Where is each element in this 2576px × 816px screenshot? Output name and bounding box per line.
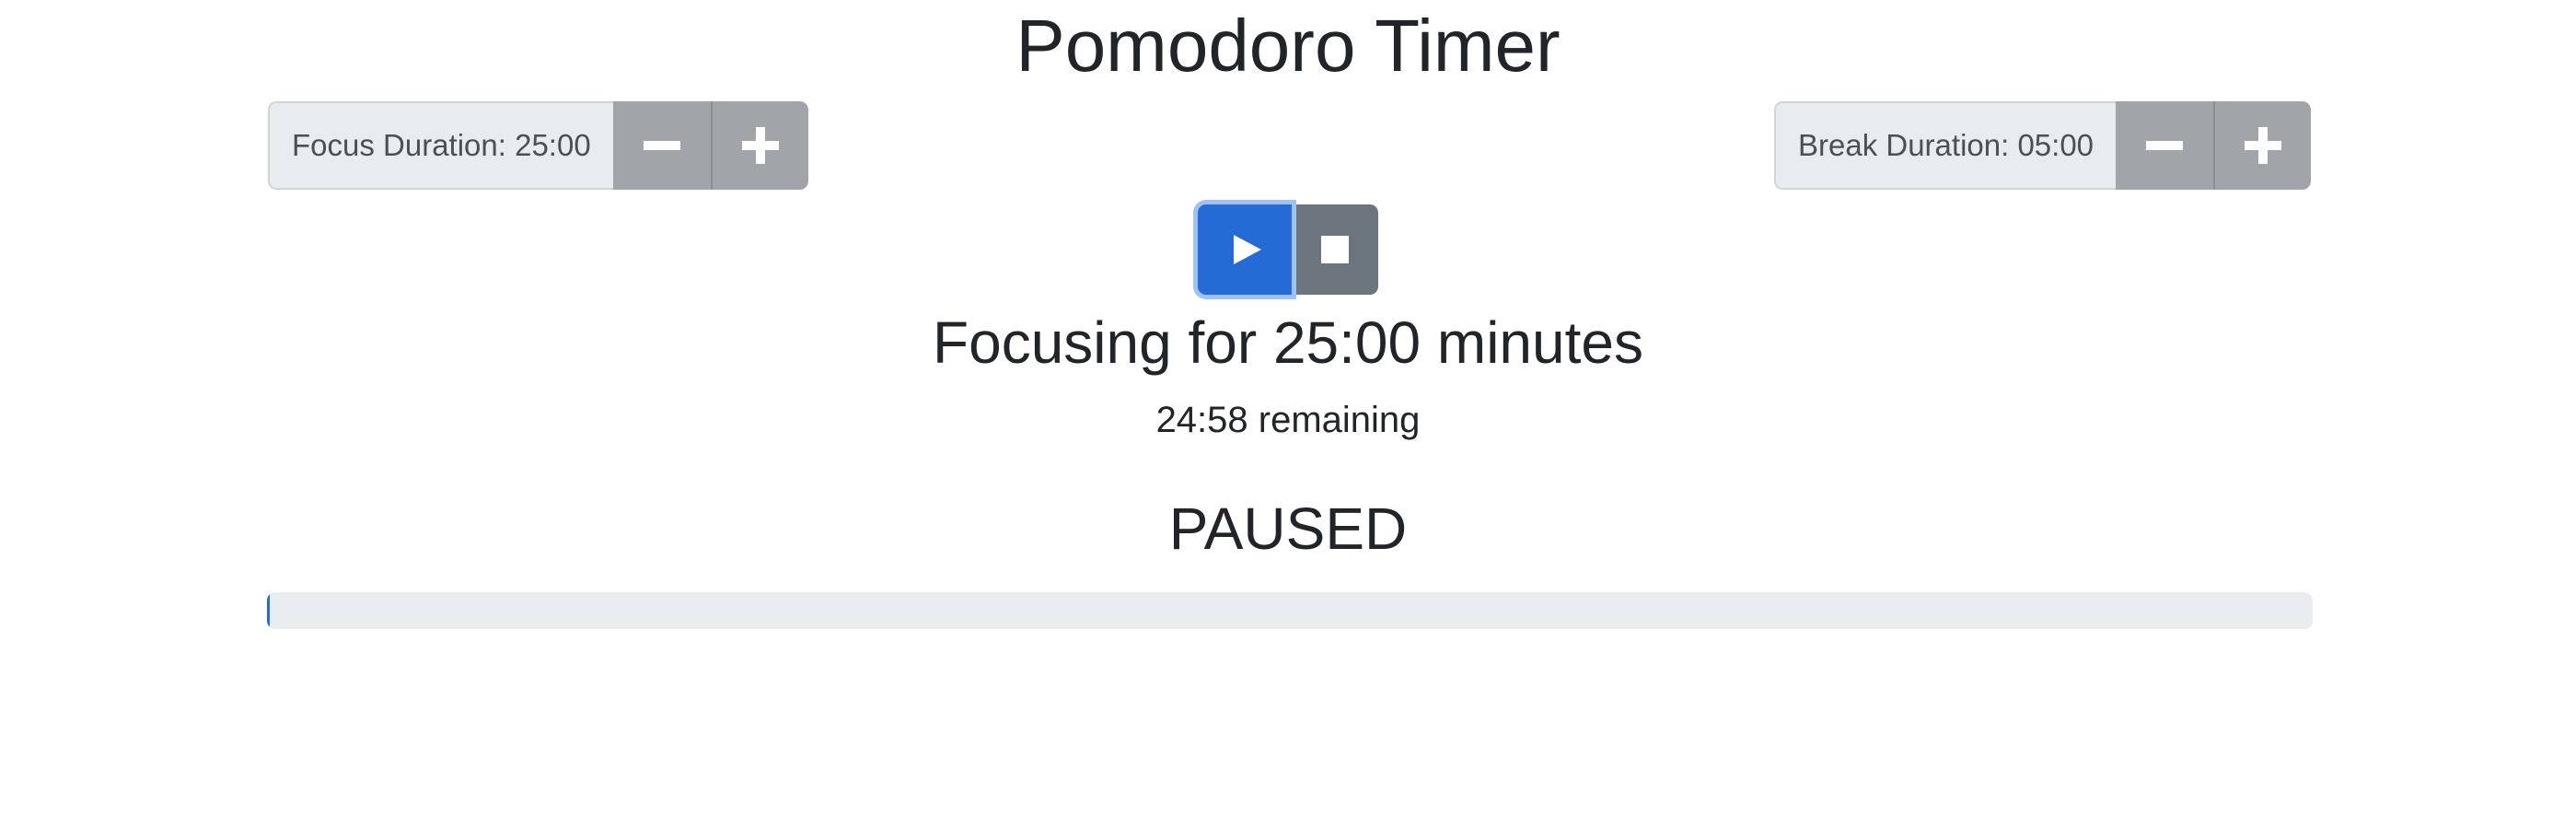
timer-controls xyxy=(1198,204,1378,295)
plus-icon xyxy=(2245,127,2282,164)
focus-duration-control: Focus Duration: 25:00 xyxy=(268,101,808,190)
page-title: Pomodoro Timer xyxy=(1015,5,1561,87)
focus-decrement-button[interactable] xyxy=(612,101,711,190)
minus-icon xyxy=(643,127,680,164)
focus-increment-button[interactable] xyxy=(710,101,808,190)
plus-icon xyxy=(741,127,779,164)
minus-icon xyxy=(2146,127,2184,164)
focus-duration-label: Focus Duration: 25:00 xyxy=(268,101,613,190)
pomodoro-page: Pomodoro Timer Focus Duration: 25:00 Bre… xyxy=(0,0,2576,816)
break-duration-control: Break Duration: 05:00 xyxy=(1774,101,2312,190)
timer-state: PAUSED xyxy=(1168,495,1408,562)
break-increment-button[interactable] xyxy=(2213,101,2312,190)
status-heading: Focusing for 25:00 minutes xyxy=(933,309,1643,376)
break-decrement-button[interactable] xyxy=(2116,101,2214,190)
play-icon xyxy=(1234,235,1261,264)
progress-bar xyxy=(267,592,2313,629)
stop-icon xyxy=(1321,236,1349,263)
progress-fill xyxy=(267,592,271,629)
time-remaining: 24:58 remaining xyxy=(1155,400,1421,440)
stop-button[interactable] xyxy=(1292,204,1378,295)
play-button[interactable] xyxy=(1198,204,1292,295)
break-duration-label: Break Duration: 05:00 xyxy=(1774,101,2117,190)
